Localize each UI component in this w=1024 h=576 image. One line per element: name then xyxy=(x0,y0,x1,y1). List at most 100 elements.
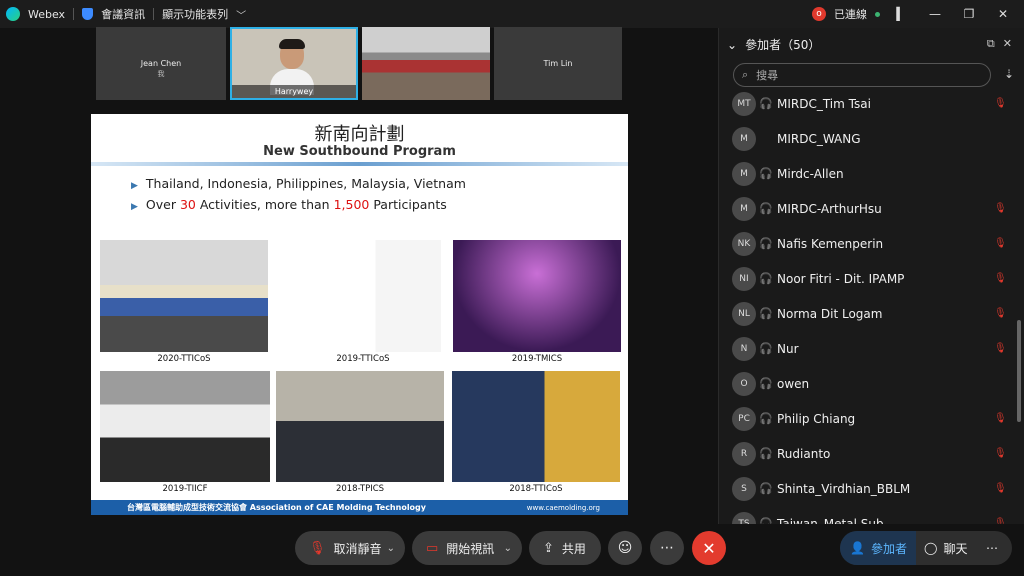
microphone-muted-icon: 🎙 xyxy=(309,540,326,556)
participant-row[interactable]: R 🎧 Rudianto 🎙 xyxy=(719,436,1015,471)
event-photo xyxy=(100,371,270,482)
chevron-down-icon[interactable]: ⌄ xyxy=(387,543,395,554)
more-icon[interactable]: ▍ xyxy=(888,7,914,21)
muted-mic-icon[interactable]: 🎙 xyxy=(994,448,1007,459)
muted-mic-icon[interactable]: 🎙 xyxy=(994,308,1007,319)
room-video-tile[interactable] xyxy=(362,27,490,100)
app-name: Webex xyxy=(28,7,66,21)
chat-toggle-button[interactable]: ◯ 聊天 xyxy=(924,531,980,565)
popout-icon[interactable]: ⧉ xyxy=(987,37,995,51)
video-tile[interactable]: Jean Chen 我 xyxy=(96,27,226,100)
start-video-button[interactable]: ▭ 開始視訊 ⌄ xyxy=(412,531,522,565)
avatar: NI xyxy=(732,266,756,291)
participant-name: Rudianto xyxy=(777,446,831,461)
search-input[interactable]: ⌕ 搜尋 xyxy=(733,63,991,87)
status-dot-icon xyxy=(875,11,880,17)
headset-icon: 🎧 xyxy=(759,202,773,215)
reactions-button[interactable]: ☺ xyxy=(608,531,642,565)
avatar: NL xyxy=(732,301,756,326)
chevron-down-icon[interactable]: ﹀ xyxy=(236,7,246,22)
headset-icon: 🎧 xyxy=(759,517,773,524)
participant-row[interactable]: NI 🎧 Noor Fitri - Dit. IPAMP 🎙 xyxy=(719,261,1015,296)
photo-caption: 2019-TIICF xyxy=(162,484,208,494)
slide-bullet: ▶ Thailand, Indonesia, Philippines, Malay… xyxy=(131,176,466,191)
restore-icon[interactable]: ❐ xyxy=(956,7,982,21)
muted-mic-icon[interactable]: 🎙 xyxy=(994,203,1007,214)
panel-toggle-group: 👤 參加者 ◯ 聊天 ⋯ xyxy=(840,531,1012,565)
muted-mic-icon[interactable]: 🎙 xyxy=(994,483,1007,494)
participant-list: MT 🎧 MIRDC_Tim Tsai 🎙 M MIRDC_WANG M 🎧 Mirdc-All… xyxy=(719,86,1015,524)
leave-meeting-button[interactable]: ✕ xyxy=(692,531,726,565)
recording-icon: o xyxy=(812,7,826,21)
muted-mic-icon[interactable]: 🎙 xyxy=(994,238,1007,249)
participant-name: Harrywey xyxy=(232,85,356,98)
participant-row[interactable]: TS 🎧 Taiwan_Metal Sub 🎙 xyxy=(719,506,1015,524)
participant-row[interactable]: M 🎧 Mirdc-Allen xyxy=(719,156,1015,191)
headset-icon: 🎧 xyxy=(759,97,773,110)
participants-count-title: 參加者（50） xyxy=(745,38,821,52)
avatar: MT xyxy=(732,91,756,116)
photo-caption: 2020-TTICoS xyxy=(157,354,211,364)
share-button[interactable]: ⇪ 共用 xyxy=(529,531,601,565)
slide-footer: 台灣區電腦輔助成型技術交流協會 Association of CAE Moldi… xyxy=(91,500,628,515)
avatar: N xyxy=(732,336,756,361)
event-photo xyxy=(276,371,444,482)
participant-row[interactable]: M MIRDC_WANG xyxy=(719,121,1015,156)
event-photo xyxy=(285,240,441,352)
participant-row[interactable]: N 🎧 Nur 🎙 xyxy=(719,331,1015,366)
bullet-arrow-icon: ▶ xyxy=(131,181,138,191)
start-video-label: 開始視訊 xyxy=(446,541,495,556)
footer-org: 台灣區電腦輔助成型技術交流協會 Association of CAE Moldi… xyxy=(127,503,426,512)
unmute-button[interactable]: 🎙 取消靜音 ⌄ xyxy=(295,531,405,565)
close-icon: ✕ xyxy=(702,538,716,558)
chevron-down-icon[interactable]: ⌄ xyxy=(727,38,737,52)
bullet-text: Over xyxy=(145,197,180,212)
photo-caption: 2018-TPICS xyxy=(335,484,385,494)
participant-row[interactable]: PC 🎧 Philip Chiang 🎙 xyxy=(719,401,1015,436)
chat-label: 聊天 xyxy=(943,541,968,556)
headset-icon: 🎧 xyxy=(759,482,773,495)
video-tile[interactable]: Tim Lin xyxy=(494,27,622,100)
headset-icon: 🎧 xyxy=(759,412,773,425)
avatar: M xyxy=(732,161,756,186)
panel-header: ⌄ 參加者（50） xyxy=(727,36,820,53)
participant-row[interactable]: S 🎧 Shinta_Virdhian_BBLM 🎙 xyxy=(719,471,1015,506)
participant-name: Norma Dit Logam xyxy=(777,306,883,321)
photo-caption: 2018-TTICoS xyxy=(509,484,563,494)
muted-mic-icon[interactable]: 🎙 xyxy=(994,343,1007,354)
participant-row[interactable]: M 🎧 MIRDC-ArthurHsu 🎙 xyxy=(719,191,1015,226)
avatar: TS xyxy=(732,511,756,524)
participant-name: owen xyxy=(777,376,810,391)
webex-logo-icon xyxy=(6,7,20,21)
more-panels-button[interactable]: ⋯ xyxy=(986,531,1008,565)
muted-mic-icon[interactable]: 🎙 xyxy=(994,273,1007,284)
participant-name: MIRDC_Tim Tsai xyxy=(777,96,871,111)
minimize-icon[interactable]: — xyxy=(922,7,948,21)
sort-icon[interactable]: ⇣ xyxy=(1004,67,1014,81)
active-speaker-tile[interactable]: Harrywey xyxy=(230,27,358,100)
bullet-text: Thailand, Indonesia, Philippines, Malays… xyxy=(145,176,466,191)
avatar: O xyxy=(732,371,756,396)
participant-row[interactable]: O 🎧 owen xyxy=(719,366,1015,401)
person-icon: 👤 xyxy=(850,541,865,555)
participant-row[interactable]: NK 🎧 Nafis Kemenperin 🎙 xyxy=(719,226,1015,261)
participant-row[interactable]: MT 🎧 MIRDC_Tim Tsai 🎙 xyxy=(719,86,1015,121)
scrollbar[interactable] xyxy=(1017,320,1021,422)
footer-url: www.caemolding.org xyxy=(526,503,600,512)
meeting-info-button[interactable]: 會議資訊 xyxy=(101,6,145,22)
close-icon[interactable]: ✕ xyxy=(1003,37,1012,51)
divider xyxy=(153,8,155,20)
participant-row[interactable]: NL 🎧 Norma Dit Logam 🎙 xyxy=(719,296,1015,331)
search-placeholder: 搜尋 xyxy=(756,69,779,82)
event-photo xyxy=(100,240,268,352)
participants-toggle-button[interactable]: 👤 參加者 xyxy=(840,531,916,565)
more-options-button[interactable]: ⋯ xyxy=(650,531,684,565)
chevron-down-icon[interactable]: ⌄ xyxy=(504,543,512,554)
muted-mic-icon[interactable]: 🎙 xyxy=(994,413,1007,424)
smile-icon: ☺ xyxy=(617,540,633,556)
close-icon[interactable]: ✕ xyxy=(990,7,1016,21)
participants-panel: ⌄ 參加者（50） ⧉ ✕ ⌕ 搜尋 ⇣ MT 🎧 MIRDC_Tim Tsai 🎙 M… xyxy=(718,28,1024,524)
unmute-label: 取消靜音 xyxy=(333,541,382,556)
layout-menu-button[interactable]: 顯示功能表列 xyxy=(162,6,228,22)
muted-mic-icon[interactable]: 🎙 xyxy=(994,98,1007,109)
